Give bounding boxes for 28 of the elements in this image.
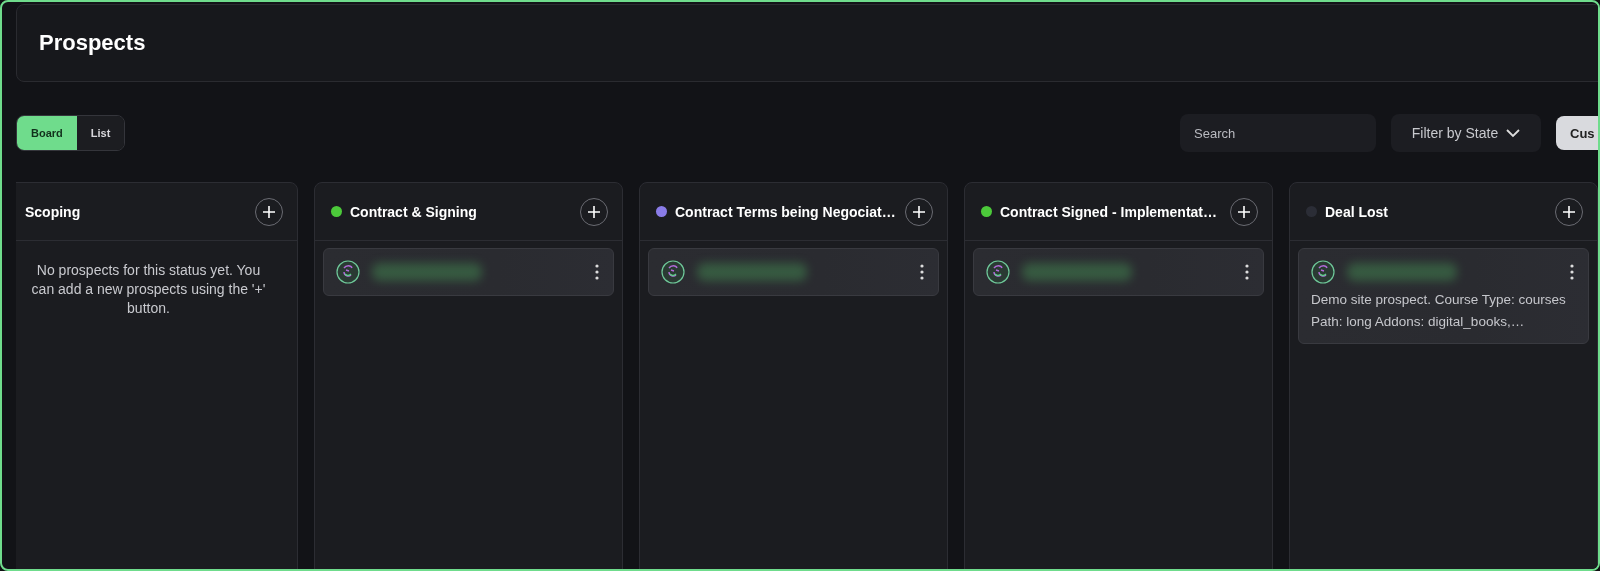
column-title: Deal Lost [1325,203,1389,220]
column-title: Contract Signed - Implementat… [1000,203,1219,220]
column-title: Contract & Signing [350,203,478,220]
chevron-down-icon [1506,128,1521,138]
action-button[interactable]: Cus [1556,116,1598,150]
avatar-icon [986,260,1010,284]
avatar-icon [336,260,360,284]
avatar-icon [1311,260,1335,284]
more-icon [595,264,599,280]
more-icon [1245,264,1249,280]
plus-icon [913,205,925,218]
prospect-description: Demo site prospect. Course Type: courses Path: long Addons: digital_books,… [1311,291,1567,331]
search-field[interactable]: Search [1180,114,1376,152]
plus-icon [1563,205,1575,218]
filter-dropdown[interactable]: Filter by State [1391,114,1541,152]
plus-icon [263,205,275,218]
more-icon [1570,264,1574,280]
page-title: Prospects [39,30,146,56]
avatar-icon [661,260,685,284]
view-tab[interactable]: List [76,116,125,150]
column-title: Scoping [25,203,82,220]
empty-message: No prospects for this status yet. You can add a new prospects using the '+' button. [30,261,267,318]
more-icon [920,264,924,280]
plus-icon [1238,205,1250,218]
column-title: Contract Terms being Negociat… [675,203,897,220]
view-tab[interactable]: Board [17,116,77,150]
prospect-card[interactable]: Demo site prospect. Course Type: courses Path: long Addons: digital_books,… [1298,248,1589,344]
plus-icon [588,205,600,218]
